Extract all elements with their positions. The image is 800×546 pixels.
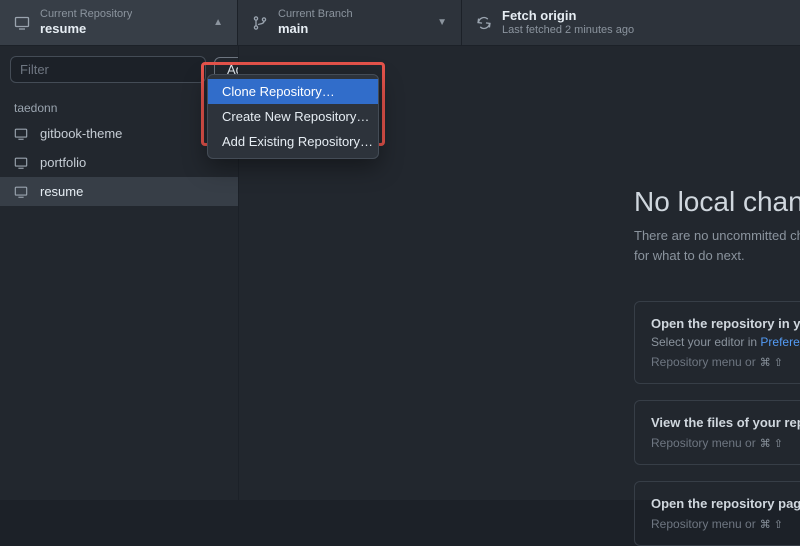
card-title: View the files of your repository [651, 415, 800, 430]
chevron-down-icon: ▼ [437, 17, 447, 28]
card-subtitle: Select your editor in Preferences [651, 335, 800, 349]
chevron-up-icon: ▲ [213, 17, 223, 28]
suggestion-card[interactable]: Open the repository in your editor Select… [634, 301, 800, 384]
no-changes-sub-line1: There are no uncommitted changes [239, 226, 800, 246]
sidebar-repo-item[interactable]: gitbook-theme [0, 119, 238, 148]
fetch-origin-title: Fetch origin [502, 8, 634, 24]
keyboard-shortcut: ⌘ ⇧ [760, 437, 783, 450]
current-repository-label: Current Repository [40, 8, 132, 21]
sync-icon [476, 15, 492, 31]
card-menu-hint: Repository menu or⌘ ⇧ [651, 517, 800, 531]
suggestion-cards: Open the repository in your editor Select… [239, 301, 800, 546]
current-repository-selector[interactable]: Current Repository resume ▲ [0, 0, 238, 45]
card-title: Open the repository page [651, 496, 800, 511]
card-title: Open the repository in your editor [651, 316, 800, 331]
suggestion-card[interactable]: Open the repository page Repository menu … [634, 481, 800, 546]
no-changes-title: No local changes [239, 186, 800, 218]
repo-name: resume [40, 184, 83, 199]
desktop-icon [14, 185, 30, 199]
current-branch-value: main [278, 21, 353, 37]
dropdown-item[interactable]: Create New Repository… [208, 104, 378, 129]
preferences-link[interactable]: Preferences [760, 335, 800, 349]
keyboard-shortcut: ⌘ ⇧ [760, 356, 783, 369]
dropdown-item[interactable]: Clone Repository… [208, 79, 378, 104]
topbar: Current Repository resume ▲ Current Bran… [0, 0, 800, 46]
desktop-icon [14, 127, 30, 141]
card-menu-hint: Repository menu or⌘ ⇧ [651, 355, 800, 369]
owner-label: taedonn [0, 93, 238, 119]
keyboard-shortcut: ⌘ ⇧ [760, 518, 783, 531]
branch-icon [252, 15, 268, 31]
card-menu-hint: Repository menu or⌘ ⇧ [651, 436, 800, 450]
add-dropdown: Clone Repository…Create New Repository…A… [207, 74, 379, 159]
sidebar: Add ▼ taedonn gitbook-theme portfolio resu… [0, 46, 238, 500]
main-area: Clone Repository…Create New Repository…A… [238, 46, 800, 500]
no-changes-sub-line2: for what to do next. [239, 246, 800, 266]
fetch-origin-subtitle: Last fetched 2 minutes ago [502, 24, 634, 37]
filter-input[interactable] [10, 56, 206, 83]
sidebar-repo-item[interactable]: portfolio [0, 148, 238, 177]
desktop-icon [14, 15, 30, 31]
repo-name: portfolio [40, 155, 86, 170]
repo-list: gitbook-theme portfolio resume [0, 119, 238, 206]
current-branch-selector[interactable]: Current Branch main ▼ [238, 0, 462, 45]
sidebar-repo-item[interactable]: resume [0, 177, 238, 206]
repo-name: gitbook-theme [40, 126, 122, 141]
desktop-icon [14, 156, 30, 170]
suggestion-card[interactable]: View the files of your repository Reposit… [634, 400, 800, 465]
filter-bar: Add ▼ [0, 46, 238, 93]
fetch-origin-button[interactable]: Fetch origin Last fetched 2 minutes ago [462, 0, 800, 45]
current-repository-value: resume [40, 21, 132, 37]
dropdown-item[interactable]: Add Existing Repository… [208, 129, 378, 154]
current-branch-label: Current Branch [278, 8, 353, 21]
